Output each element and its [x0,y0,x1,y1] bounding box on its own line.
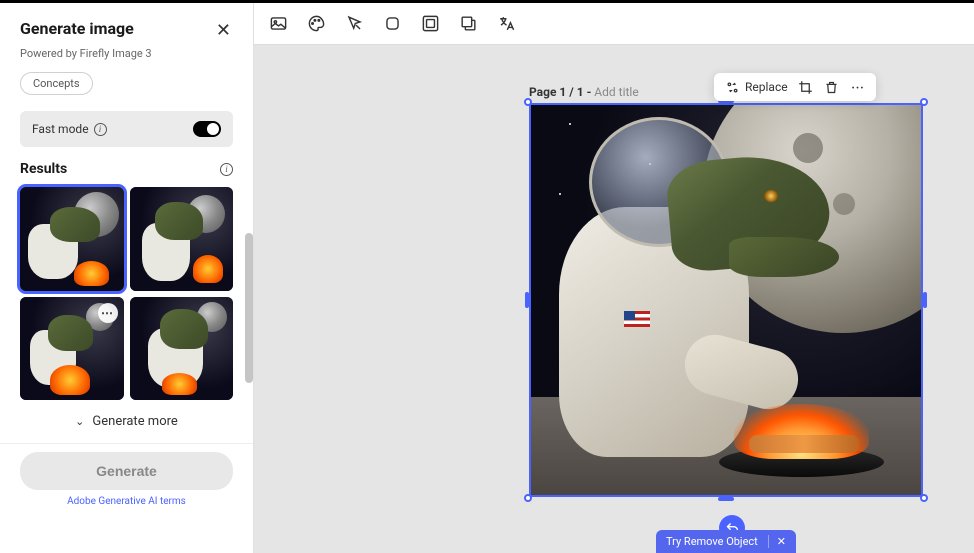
remove-object-banner[interactable]: Try Remove Object ✕ [656,530,796,553]
fast-mode-toggle[interactable] [193,121,221,137]
concepts-chip[interactable]: Concepts [20,72,93,95]
replace-icon [724,79,740,95]
result-thumbnail-4[interactable] [130,297,234,401]
resize-handle-tl[interactable] [524,98,532,106]
resize-handle-bl[interactable] [524,494,532,502]
scrollbar-thumb[interactable] [245,233,253,383]
generate-more-label: Generate more [92,414,177,429]
panel-title: Generate image [20,19,134,38]
result-thumbnail-2[interactable] [130,187,234,291]
results-grid: ⋯ [0,187,253,400]
palette-icon[interactable] [306,14,326,34]
select-arrow-icon[interactable] [344,14,364,34]
chevron-down-icon: ⌄ [75,415,84,428]
more-icon [850,79,866,95]
floating-toolbar: Replace [714,73,876,101]
result-thumbnail-1[interactable] [20,187,124,291]
close-panel-button[interactable]: ✕ [214,19,233,41]
more-options-button[interactable] [850,79,866,95]
results-info-icon[interactable]: i [220,163,233,176]
layers-icon[interactable] [458,14,478,34]
page-title-placeholder: Add title [594,85,638,99]
panel-subtitle: Powered by Firefly Image 3 [0,47,253,72]
fast-mode-label: Fast mode [32,122,89,136]
banner-close-icon[interactable]: ✕ [768,535,786,548]
resize-handle-right[interactable] [923,292,927,308]
crop-button[interactable] [798,79,814,95]
resize-handle-br[interactable] [920,494,928,502]
canvas-content[interactable]: Replace P [254,45,974,553]
result-thumbnail-3[interactable]: ⋯ [20,297,124,401]
image-icon[interactable] [268,14,288,34]
terms-link[interactable]: Adobe Generative AI terms [20,490,233,509]
page-label[interactable]: Page 1 / 1 - Add title [529,85,639,99]
results-title: Results [20,161,67,177]
replace-label: Replace [745,80,788,94]
canvas-area: Replace P [254,3,974,553]
resize-handle-bottom[interactable] [718,497,734,501]
page-number: Page 1 / 1 - [529,85,594,99]
generate-button[interactable]: Generate [20,452,233,490]
frame-icon[interactable] [420,14,440,34]
close-icon: ✕ [216,20,231,40]
replace-button[interactable]: Replace [724,79,788,95]
generate-more-button[interactable]: ⌄ Generate more [0,400,253,443]
resize-handle-tr[interactable] [920,98,928,106]
thumbnail-more-icon[interactable]: ⋯ [98,303,118,323]
banner-text: Try Remove Object [666,535,758,548]
trash-icon [824,79,840,95]
selected-image[interactable] [529,103,923,497]
delete-button[interactable] [824,79,840,95]
canvas-toolbar [254,3,974,45]
fast-mode-row: Fast mode i [20,111,233,147]
translate-icon[interactable] [496,14,516,34]
info-icon[interactable]: i [94,123,107,136]
generate-image-panel: Generate image ✕ Powered by Firefly Imag… [0,3,254,553]
rectangle-icon[interactable] [382,14,402,34]
generated-image-content [529,103,923,497]
crop-icon [798,79,814,95]
resize-handle-left[interactable] [525,292,529,308]
